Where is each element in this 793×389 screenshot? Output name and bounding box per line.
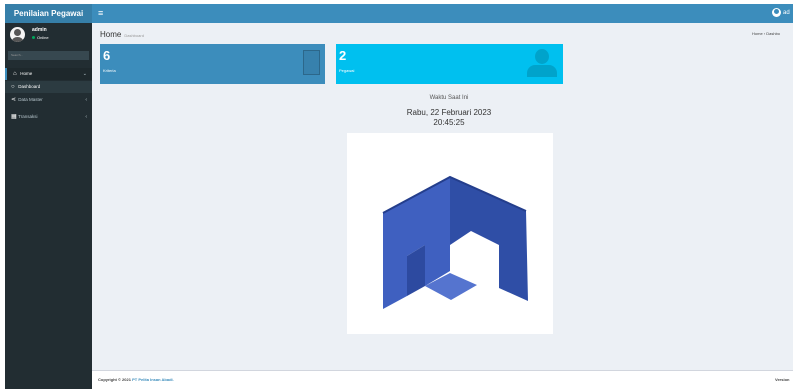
user-menu[interactable]: ad [772,8,790,19]
clock-label: Waktu Saat Ini [429,95,469,101]
page-title-text: Home [100,30,122,39]
user-menu-label: ad [783,10,790,17]
kriteria-label: Kriteria [103,68,116,73]
table-icon: ▦ [11,114,17,120]
document-icon [303,50,320,75]
user-avatar-icon [772,8,781,17]
page-title: Home Dashboard [100,30,144,39]
pegawai-label: Pegawai [339,68,355,73]
sidebar-item-data-master[interactable]: ⋖ Data Master ‹ [5,94,92,106]
user-name: admin [32,27,47,33]
chevron-down-icon: ⌄ [82,71,87,77]
online-dot-icon [32,36,35,40]
pegawai-count: 2 [339,48,347,63]
user-status: Online [32,35,49,40]
user-panel: admin Online [5,23,92,49]
sidebar: admin Online Search... ⌂ Home ⌄ ○ Dashbo… [5,23,92,389]
user-status-label: Online [37,35,49,40]
top-navbar: Penilaian Pegawai ≡ ad [5,4,793,23]
chevron-left-icon: ‹ [85,114,87,120]
kriteria-count: 6 [103,48,111,63]
copyright-text: Copyright © 2021 PT Pelita Insan Abadi. [98,377,174,382]
chevron-left-icon: ‹ [85,97,87,103]
clock-date: Rabu, 22 Februari 2023 [406,108,492,117]
app-frame: Penilaian Pegawai ≡ ad admin Online Sear… [5,4,793,389]
copyright-label: Copyright © 2021 [98,377,131,382]
user-icon [527,49,557,77]
home-icon: ⌂ [13,71,17,77]
version-label: Version [775,377,790,382]
sidebar-item-transaksi[interactable]: ▦ Transaksi ‹ [5,111,92,123]
company-logo [382,175,528,309]
pegawai-box[interactable]: 2 Pegawai [336,44,563,84]
app-brand[interactable]: Penilaian Pegawai [5,4,92,23]
company-link[interactable]: PT Pelita Insan Abadi. [132,377,174,382]
sidebar-item-label: Data Master [18,97,43,102]
circle-icon: ○ [11,84,15,90]
breadcrumb[interactable]: Home › Dashbo [752,31,780,36]
sidebar-search-input[interactable]: Search... [8,51,89,60]
page-subtitle: Dashboard [124,33,144,38]
sidebar-item-label: Home [20,71,33,76]
footer: Copyright © 2021 PT Pelita Insan Abadi. … [92,370,793,389]
avatar [10,27,25,42]
clock-time: 20:45:25 [433,118,465,127]
share-icon: ⋖ [11,97,17,103]
sidebar-item-label: Transaksi [18,114,38,119]
company-logo-card [347,133,553,334]
kriteria-box[interactable]: 6 Kriteria [100,44,325,84]
sidebar-item-home[interactable]: ⌂ Home ⌄ [5,68,92,80]
sidebar-item-label: Dashboard [18,84,41,89]
sidebar-item-dashboard[interactable]: ○ Dashboard [5,81,92,93]
sidebar-toggle-icon[interactable]: ≡ [98,8,110,19]
